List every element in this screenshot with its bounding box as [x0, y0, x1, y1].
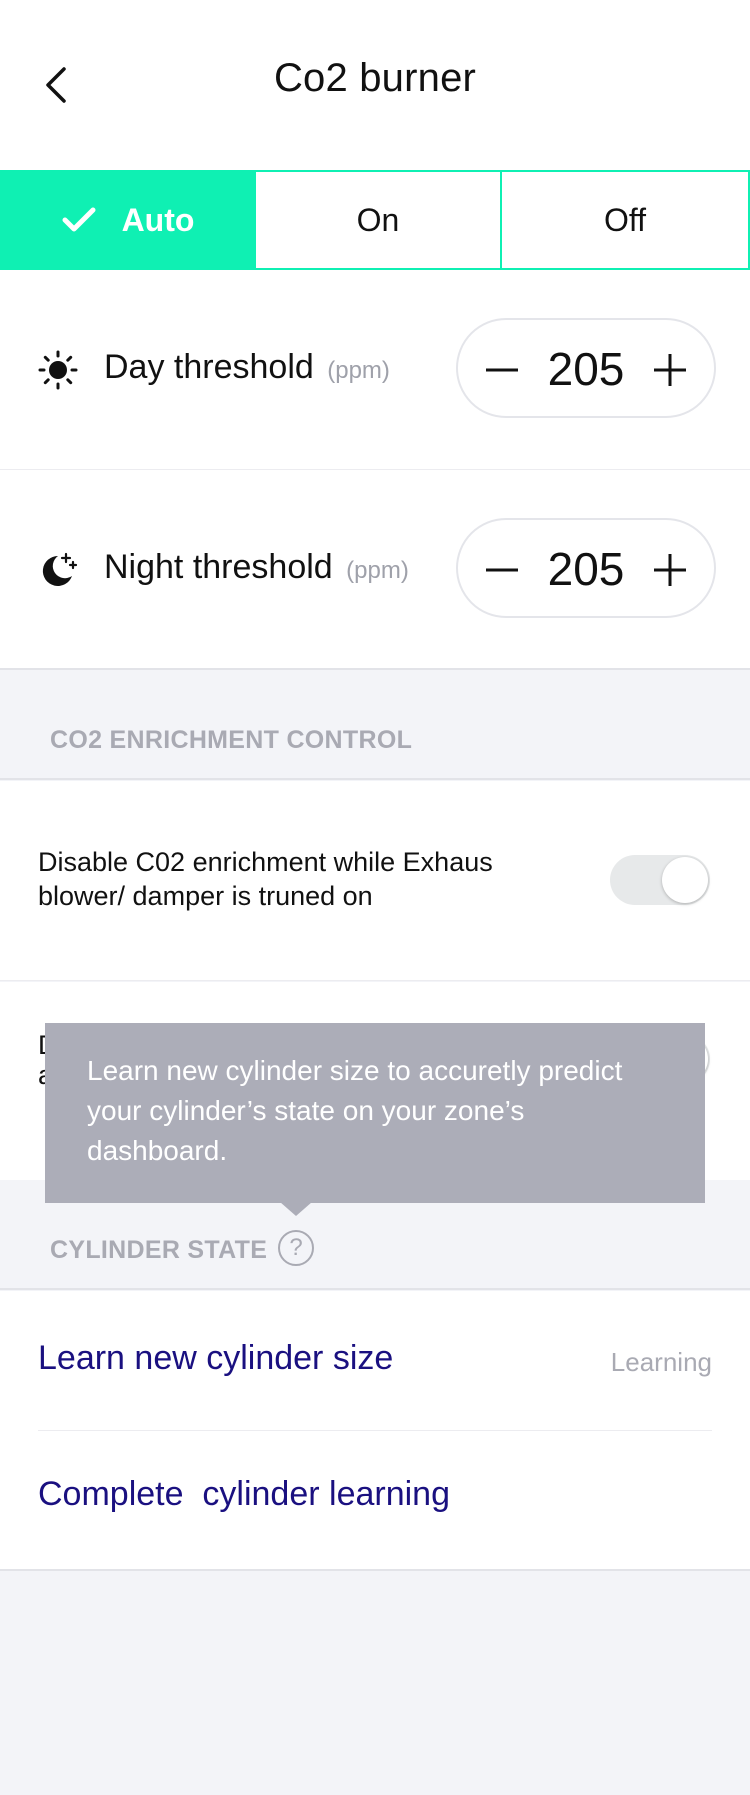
mode-on-tab[interactable]: On: [254, 172, 500, 268]
question-circle-icon[interactable]: ?: [278, 1230, 314, 1266]
night-threshold-row: Night threshold (ppm) 205: [0, 470, 750, 670]
check-icon: [62, 207, 96, 232]
header: Co2 burner: [0, 0, 750, 170]
night-threshold-value: 205: [547, 543, 625, 595]
night-threshold-unit: (ppm): [346, 557, 409, 584]
day-increment-button[interactable]: [630, 320, 710, 420]
day-threshold-row: Day threshold (ppm) 205: [0, 270, 750, 470]
enrichment-section-title: CO2 ENRICHMENT CONTROL: [50, 726, 413, 754]
day-threshold-value: 205: [547, 343, 625, 395]
cylinder-section-title: CYLINDER STATE: [50, 1236, 268, 1264]
complete-cylinder-learning-label: Complete cylinder learning: [38, 1475, 450, 1513]
minus-icon: [486, 568, 518, 572]
moon-stars-icon: [38, 550, 78, 590]
mode-off-tab[interactable]: Off: [500, 172, 748, 268]
night-increment-button[interactable]: [630, 520, 710, 620]
toggle-knob: [662, 857, 708, 903]
day-threshold-text: Day threshold: [104, 348, 314, 386]
mode-off-label: Off: [603, 201, 647, 238]
learning-status: Learning: [610, 1347, 712, 1377]
mode-auto-label: Auto: [121, 201, 195, 238]
complete-cylinder-learning-item[interactable]: Complete cylinder learning: [38, 1431, 712, 1571]
cylinder-help-tooltip: Learn new cylinder size to accuretly pre…: [45, 1023, 705, 1203]
minus-icon: [486, 368, 518, 372]
mode-on-label: On: [356, 201, 400, 238]
day-threshold-stepper: 205: [456, 318, 716, 418]
co2-burner-screen: Co2 burner Auto On Off Day threshold (pp…: [0, 0, 750, 1795]
cylinder-list: Learn new cylinder size Learning Complet…: [0, 1291, 750, 1571]
mode-auto-tab[interactable]: Auto: [2, 172, 254, 268]
exhaust-disable-row: Disable C02 enrichment while Exhaus blow…: [0, 781, 750, 981]
learn-cylinder-size-item[interactable]: Learn new cylinder size Learning: [38, 1291, 712, 1431]
exhaust-disable-label: Disable C02 enrichment while Exhaus blow…: [38, 847, 493, 911]
learn-cylinder-size-label: Learn new cylinder size: [38, 1339, 394, 1377]
night-threshold-stepper: 205: [456, 518, 716, 618]
plus-icon: [654, 554, 686, 586]
night-threshold-label: Night threshold (ppm): [104, 548, 409, 587]
enrichment-section-header: CO2 ENRICHMENT CONTROL: [0, 670, 750, 780]
day-threshold-label: Day threshold (ppm): [104, 348, 390, 387]
sun-icon: [38, 350, 78, 390]
plus-icon: [654, 354, 686, 386]
tooltip-arrow: [280, 1202, 312, 1216]
page-title: Co2 burner: [273, 56, 477, 100]
day-threshold-unit: (ppm): [327, 357, 390, 384]
exhaust-disable-toggle[interactable]: [610, 855, 710, 905]
night-threshold-text: Night threshold: [104, 548, 333, 586]
mode-segmented-control: Auto On Off: [0, 170, 750, 270]
